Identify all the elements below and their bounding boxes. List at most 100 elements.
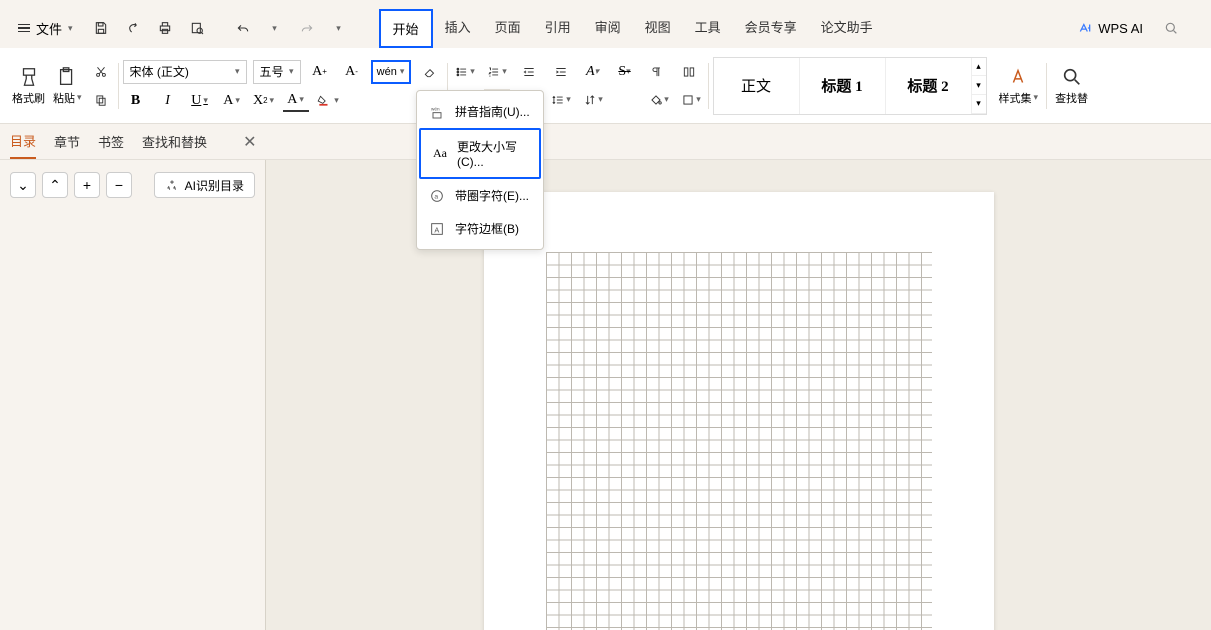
clear-format-button[interactable] <box>417 61 443 83</box>
ai-logo-icon <box>1078 21 1092 35</box>
side-tab-chapter[interactable]: 章节 <box>54 125 80 158</box>
side-tab-bookmark[interactable]: 书签 <box>98 125 124 158</box>
shading-button[interactable]: ▾ <box>646 89 672 111</box>
decrease-font-button[interactable]: A- <box>339 61 365 83</box>
style-more[interactable]: ▾ <box>972 95 986 114</box>
undo-icon[interactable] <box>229 14 257 42</box>
scissors-icon <box>93 65 109 79</box>
tab-review[interactable]: 审阅 <box>583 9 633 48</box>
file-menu[interactable]: 文件 ▾ <box>8 15 83 42</box>
change-case-menu: wén 拼音指南(U)... Aa 更改大小写(C)... a 带圈字符(E).… <box>416 90 544 250</box>
copy-button[interactable] <box>88 89 114 111</box>
minus-icon: − <box>115 177 123 193</box>
search-icon[interactable] <box>1157 14 1185 42</box>
preview-icon[interactable] <box>183 14 211 42</box>
tab-thesis[interactable]: 论文助手 <box>809 9 885 48</box>
bold-button[interactable]: B <box>123 90 149 112</box>
svg-text:a: a <box>434 193 438 200</box>
underline-button[interactable]: U▾ <box>187 90 213 112</box>
chevron-down-icon: ▾ <box>289 66 294 77</box>
tab-page[interactable]: 页面 <box>483 9 533 48</box>
chevron-down-icon: ▾ <box>235 66 240 77</box>
style-down[interactable]: ▾ <box>972 76 986 95</box>
strike-button[interactable]: S▾ <box>612 61 638 83</box>
increase-font-button[interactable]: A+ <box>307 61 333 83</box>
line-spacing-button[interactable]: ▾ <box>548 89 574 111</box>
font-size-select[interactable]: 五号▾ <box>253 60 301 84</box>
font-name-select[interactable]: 宋体 (正文)▾ <box>123 60 247 84</box>
chevron-down-icon: ▾ <box>400 66 405 77</box>
add-button[interactable]: + <box>74 172 100 198</box>
print-icon[interactable] <box>151 14 179 42</box>
paste-icon <box>56 66 78 88</box>
style-h1[interactable]: 标题 1 <box>800 58 886 114</box>
chevron-down-icon: ⌄ <box>17 177 29 194</box>
share-icon[interactable] <box>119 14 147 42</box>
tab-view[interactable]: 视图 <box>633 9 683 48</box>
sort-button[interactable]: ▾ <box>580 89 606 111</box>
paste-button[interactable]: 粘贴▾ <box>49 64 86 108</box>
style-body[interactable]: 正文 <box>714 58 800 114</box>
increase-indent-button[interactable] <box>548 61 574 83</box>
pinyin-guide-icon: wén <box>429 104 445 120</box>
collapse-button[interactable]: ⌄ <box>10 172 36 198</box>
wps-ai-button[interactable]: WPS AI <box>1078 21 1143 36</box>
style-set-icon <box>1007 66 1029 88</box>
redo-icon[interactable] <box>293 14 321 42</box>
indent-icon <box>553 65 569 79</box>
hamburger-icon <box>18 24 30 33</box>
tab-reference[interactable]: 引用 <box>533 9 583 48</box>
change-case-icon: Aa <box>433 146 447 162</box>
borders-button[interactable]: ▾ <box>678 89 704 111</box>
pinyin-guide-item[interactable]: wén 拼音指南(U)... <box>417 95 543 128</box>
columns-icon <box>681 65 697 79</box>
format-brush-button[interactable]: 格式刷 <box>8 64 49 108</box>
paragraph-mark-button[interactable] <box>644 61 670 83</box>
pilcrow-icon <box>649 65 665 79</box>
tab-member[interactable]: 会员专享 <box>733 9 809 48</box>
paint-bucket-icon <box>648 93 664 107</box>
numbered-list-button[interactable]: ▾ <box>484 61 510 83</box>
superscript-button[interactable]: X2▾ <box>251 90 277 112</box>
close-panel-icon[interactable]: ✕ <box>243 132 256 152</box>
style-set-button[interactable]: 样式集▾ <box>995 64 1043 108</box>
font-color-button[interactable]: A▾ <box>283 90 309 112</box>
undo-more-icon[interactable]: ▾ <box>261 14 289 42</box>
highlight-button[interactable]: ▾ <box>315 90 341 112</box>
redo-more-icon[interactable]: ▾ <box>325 14 353 42</box>
copy-icon <box>93 93 109 107</box>
remove-button[interactable]: − <box>106 172 132 198</box>
italic-button[interactable]: I <box>155 90 181 112</box>
text-effects-button[interactable]: A▾ <box>580 61 606 83</box>
tab-insert[interactable]: 插入 <box>433 9 483 48</box>
bullet-list-button[interactable]: ▾ <box>452 61 478 83</box>
side-tab-find[interactable]: 查找和替换 <box>142 125 207 158</box>
styles-gallery: 正文 标题 1 标题 2 ▴ ▾ ▾ <box>713 57 987 115</box>
change-case-item[interactable]: Aa 更改大小写(C)... <box>419 128 541 179</box>
cut-button[interactable] <box>88 61 114 83</box>
find-replace-button[interactable]: 查找替 <box>1051 64 1092 108</box>
enclosed-char-item[interactable]: a 带圈字符(E)... <box>417 179 543 212</box>
ai-sparkle-icon <box>165 178 179 192</box>
outdent-icon <box>521 65 537 79</box>
columns-button[interactable] <box>676 61 702 83</box>
style-up[interactable]: ▴ <box>972 58 986 77</box>
document-canvas[interactable] <box>266 160 1211 630</box>
toc-side-panel: ⌄ ⌃ + − AI识别目录 <box>0 160 266 630</box>
save-icon[interactable] <box>87 14 115 42</box>
chevron-up-icon: ⌃ <box>49 177 61 194</box>
expand-button[interactable]: ⌃ <box>42 172 68 198</box>
change-case-dropdown[interactable]: wén ▾ <box>371 60 411 84</box>
tab-tools[interactable]: 工具 <box>683 9 733 48</box>
style-h2[interactable]: 标题 2 <box>886 58 972 114</box>
magnify-icon <box>1061 66 1083 88</box>
bullet-icon <box>454 65 470 79</box>
ai-toc-button[interactable]: AI识别目录 <box>154 172 255 198</box>
document-page[interactable] <box>484 192 994 630</box>
highlight-icon <box>316 94 332 108</box>
side-tab-toc[interactable]: 目录 <box>10 124 36 159</box>
char-border-item[interactable]: A 字符边框(B) <box>417 212 543 245</box>
decrease-indent-button[interactable] <box>516 61 542 83</box>
strikethrough-button[interactable]: A▾ <box>219 90 245 112</box>
tab-start[interactable]: 开始 <box>379 9 433 48</box>
